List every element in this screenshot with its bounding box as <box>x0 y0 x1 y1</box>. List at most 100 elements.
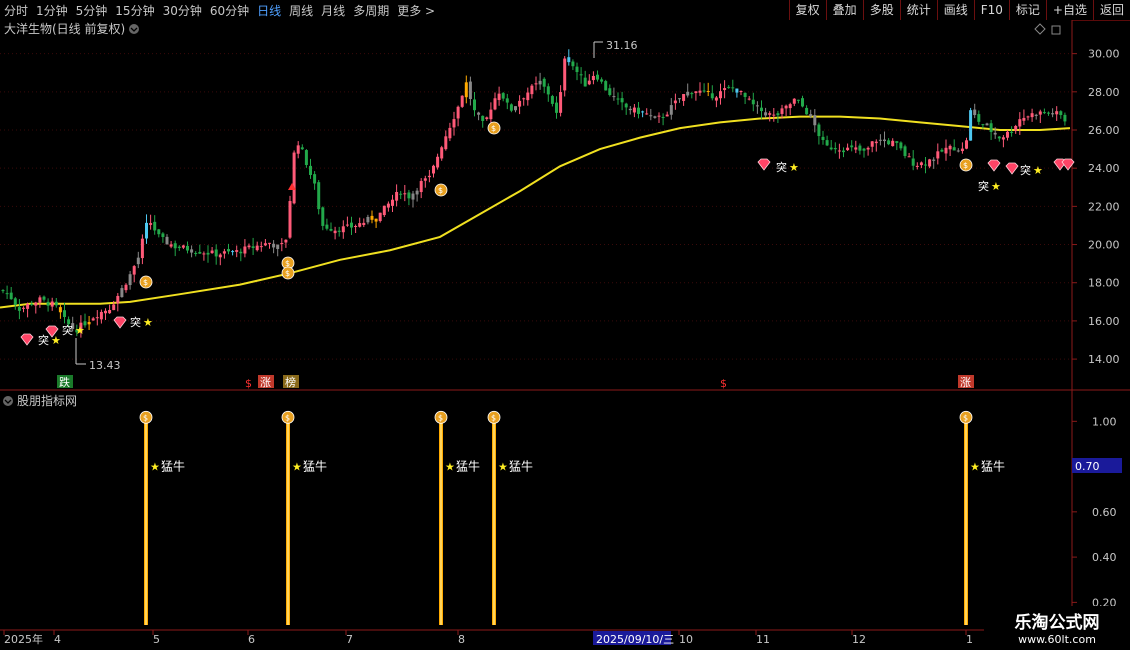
candle-body <box>26 303 30 309</box>
candle-body <box>186 245 189 251</box>
candle-body <box>1018 119 1022 127</box>
candle-body <box>370 215 374 220</box>
indicator-signal-label: 猛牛 <box>509 459 533 474</box>
period-tab-3[interactable]: 15分钟 <box>115 2 154 19</box>
star-icon: ★ <box>143 316 153 329</box>
toolbar-button-2[interactable]: 多股 <box>862 0 900 20</box>
candle-body <box>842 150 845 153</box>
candle-body <box>809 114 813 117</box>
candle-body <box>112 304 116 311</box>
x-tick-label: 10 <box>679 633 693 646</box>
indicator-tick-label: 0.60 <box>1092 506 1117 519</box>
candle-body <box>407 192 411 199</box>
candle-body <box>333 230 337 234</box>
period-tab-0[interactable]: 分时 <box>4 2 28 19</box>
candle-body <box>1001 137 1005 140</box>
candle-body <box>259 246 263 248</box>
candle-body <box>468 81 472 99</box>
period-tab-1[interactable]: 1分钟 <box>36 2 68 19</box>
period-tab-2[interactable]: 5分钟 <box>76 2 108 19</box>
dollar-icon: $ <box>143 413 148 422</box>
candle-body <box>317 182 321 210</box>
candle-body <box>1051 113 1055 115</box>
candle-body <box>91 318 95 321</box>
period-tab-7[interactable]: 周线 <box>289 2 313 19</box>
candle-body <box>796 99 800 101</box>
candle-body <box>751 99 755 105</box>
toolbar-button-5[interactable]: F10 <box>973 0 1009 20</box>
candle-body <box>300 147 304 150</box>
period-tab-6[interactable]: 日线 <box>257 2 281 19</box>
candle-body <box>694 91 698 94</box>
candle-body <box>760 107 763 112</box>
candle-body <box>17 307 21 311</box>
period-tab-10[interactable]: 更多 > <box>397 2 435 19</box>
candle-body <box>993 132 997 135</box>
candle-body <box>124 284 128 291</box>
toolbar-button-1[interactable]: 叠加 <box>825 0 863 20</box>
candle-body <box>145 222 148 239</box>
candle-body <box>600 79 604 82</box>
toolbar-button-8[interactable]: 返回 <box>1092 0 1130 20</box>
period-tab-5[interactable]: 60分钟 <box>210 2 249 19</box>
candle-body <box>1006 131 1009 138</box>
candle-body <box>309 165 312 175</box>
candle-body <box>887 140 891 145</box>
toolbar-button-6[interactable]: 标记 <box>1008 0 1046 20</box>
candle-body <box>415 190 419 195</box>
period-tab-8[interactable]: 月线 <box>321 2 345 19</box>
period-tab-4[interactable]: 30分钟 <box>163 2 202 19</box>
title-dropdown-icon[interactable] <box>129 24 139 34</box>
low-price-label: 13.43 <box>89 359 121 372</box>
candle-body <box>497 93 501 101</box>
candle-body <box>280 243 284 245</box>
candle-body <box>952 147 956 151</box>
candle-body <box>940 149 944 152</box>
toolbar-button-7[interactable]: +自选 <box>1045 0 1093 20</box>
x-tick-label: 5 <box>153 633 160 646</box>
y-tick-label: 28.00 <box>1088 86 1120 99</box>
toolbar-buttons: 复权 叠加 多股 统计 画线 F10 标记 +自选 返回 <box>788 0 1130 20</box>
y-tick-label: 26.00 <box>1088 124 1120 137</box>
candle-body <box>169 244 173 247</box>
candle-body <box>649 115 653 117</box>
toolbar-button-3[interactable]: 统计 <box>899 0 937 20</box>
candle-body <box>1 290 5 292</box>
candle-body <box>932 159 936 161</box>
candle-body <box>42 296 46 300</box>
candle-body <box>34 302 38 306</box>
candle-body <box>567 57 571 63</box>
candle-body <box>403 193 407 195</box>
candle-body <box>788 104 792 109</box>
candle-body <box>587 80 591 85</box>
candle-body <box>1063 114 1067 122</box>
candle-body <box>719 91 722 99</box>
candle-body <box>493 98 497 110</box>
x-tick-label: 4 <box>54 633 61 646</box>
candle-body <box>165 236 169 245</box>
candle-body <box>272 243 276 248</box>
toolbar-button-0[interactable]: 复权 <box>788 0 826 20</box>
candle-body <box>456 106 460 119</box>
indicator-signal-bar-highlight <box>965 421 967 625</box>
candle-body <box>444 136 448 150</box>
candle-body <box>485 117 489 119</box>
candle-body <box>563 58 567 91</box>
y-tick-label: 20.00 <box>1088 239 1120 252</box>
x-tick-label: 8 <box>458 633 465 646</box>
toolbar-button-4[interactable]: 画线 <box>936 0 974 20</box>
candle-body <box>38 297 42 303</box>
candle-body <box>764 112 768 116</box>
candle-body <box>501 93 505 99</box>
candle-body <box>452 119 456 128</box>
period-tab-9[interactable]: 多周期 <box>353 2 389 19</box>
candle-body <box>731 87 735 89</box>
candle-body <box>702 90 706 92</box>
candle-body <box>960 148 964 152</box>
main-chart-title: 大洋生物(日线 前复权) <box>4 21 125 36</box>
y-tick-label: 30.00 <box>1088 48 1120 61</box>
candle-body <box>862 148 866 151</box>
indicator-dropdown-icon[interactable] <box>3 396 13 406</box>
candle-body <box>546 86 550 95</box>
candle-body <box>231 251 235 253</box>
